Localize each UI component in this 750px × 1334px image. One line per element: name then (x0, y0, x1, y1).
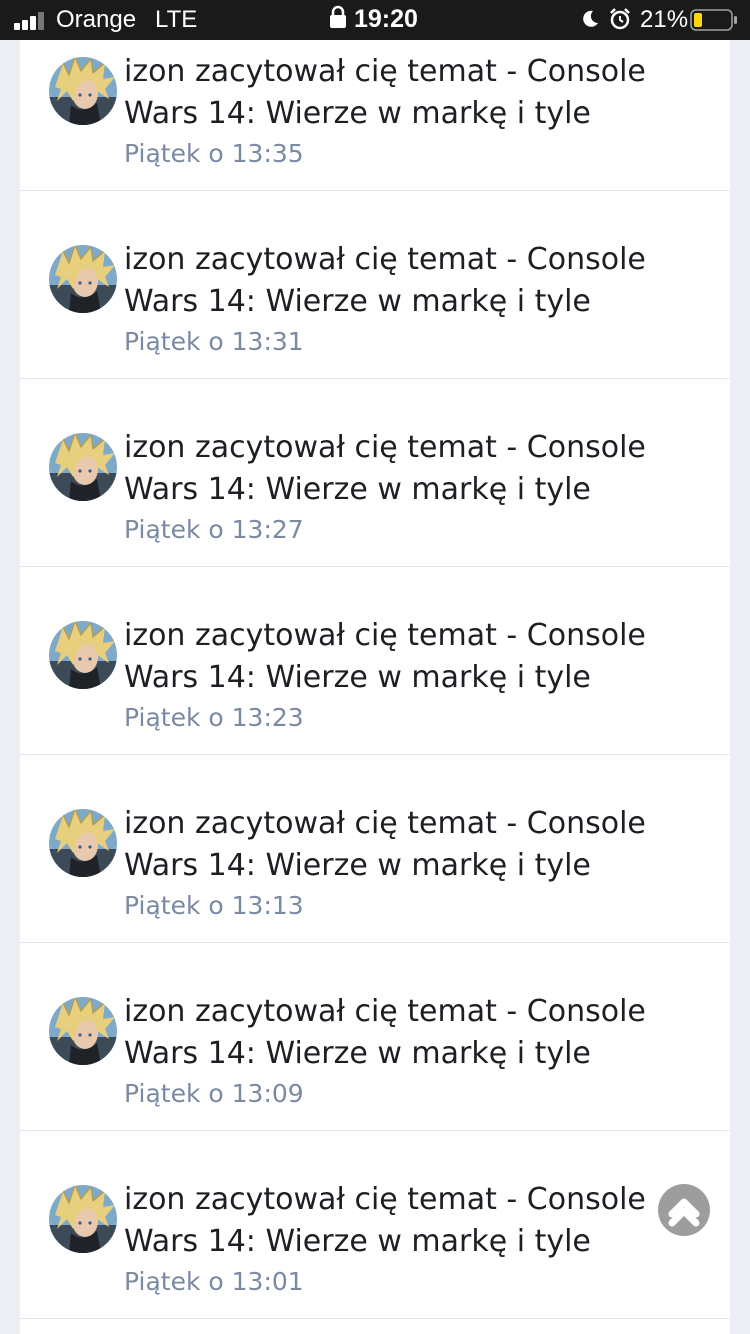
notification-list: izon zacytował cię temat - Console Wars … (20, 40, 730, 1334)
alarm-icon (610, 8, 630, 30)
avatar (49, 809, 117, 877)
notification-time: Piątek o 13:27 (124, 515, 304, 544)
notification-time: Piątek o 13:31 (124, 327, 304, 356)
lock-icon (330, 5, 346, 28)
notification-time: Piątek o 13:35 (124, 139, 304, 168)
notification-title[interactable]: izon zacytował cię temat - Console Wars … (124, 239, 714, 323)
notification-title[interactable]: izon zacytował cię temat - Console Wars … (124, 1179, 714, 1263)
notification-time: Piątek o 13:01 (124, 1267, 304, 1296)
carrier-name: Orange (56, 6, 137, 33)
notification-time: Piątek o 13:23 (124, 703, 304, 732)
signal-icon (14, 12, 48, 30)
battery-icon (690, 9, 737, 31)
notification-item[interactable]: izon zacytował cię temat - Console Wars … (20, 40, 730, 191)
notification-title[interactable]: izon zacytował cię temat - Console Wars … (124, 427, 714, 511)
avatar (49, 621, 117, 689)
notification-item[interactable]: izon zacytował cię temat - Console Wars … (20, 755, 730, 943)
notification-item[interactable]: izon zacytował cię temat - Console Wars … (20, 567, 730, 755)
notification-title[interactable]: izon zacytował cię temat - Console Wars … (124, 803, 714, 887)
status-bar: Orange LTE 19:20 21% (0, 0, 750, 40)
notification-title[interactable]: izon zacytował cię temat - Console Wars … (124, 51, 714, 135)
avatar (49, 1185, 117, 1253)
notification-time: Piątek o 13:13 (124, 891, 304, 920)
notification-item[interactable]: izon zacytował cię temat - Console Wars … (20, 943, 730, 1131)
avatar (49, 433, 117, 501)
avatar (49, 245, 117, 313)
chevron-up-icon (668, 1198, 700, 1227)
avatar (49, 997, 117, 1065)
notification-title[interactable]: izon zacytował cię temat - Console Wars … (124, 615, 714, 699)
notification-item[interactable]: izon zacytował cię temat - Console Wars … (20, 379, 730, 567)
notification-title[interactable]: izon zacytował cię temat - Console Wars … (124, 991, 714, 1075)
network-type: LTE (155, 6, 198, 33)
notification-item[interactable]: izon zacytował cię temat - Console Wars … (20, 191, 730, 379)
notification-item[interactable]: izon zacytował cię temat - Console Wars … (20, 1131, 730, 1319)
clock: 19:20 (354, 5, 418, 33)
battery-percent: 21% (640, 6, 689, 33)
scroll-to-top-button[interactable] (658, 1184, 710, 1236)
notification-time: Piątek o 13:09 (124, 1079, 304, 1108)
avatar (49, 57, 117, 125)
moon-icon (583, 10, 598, 27)
